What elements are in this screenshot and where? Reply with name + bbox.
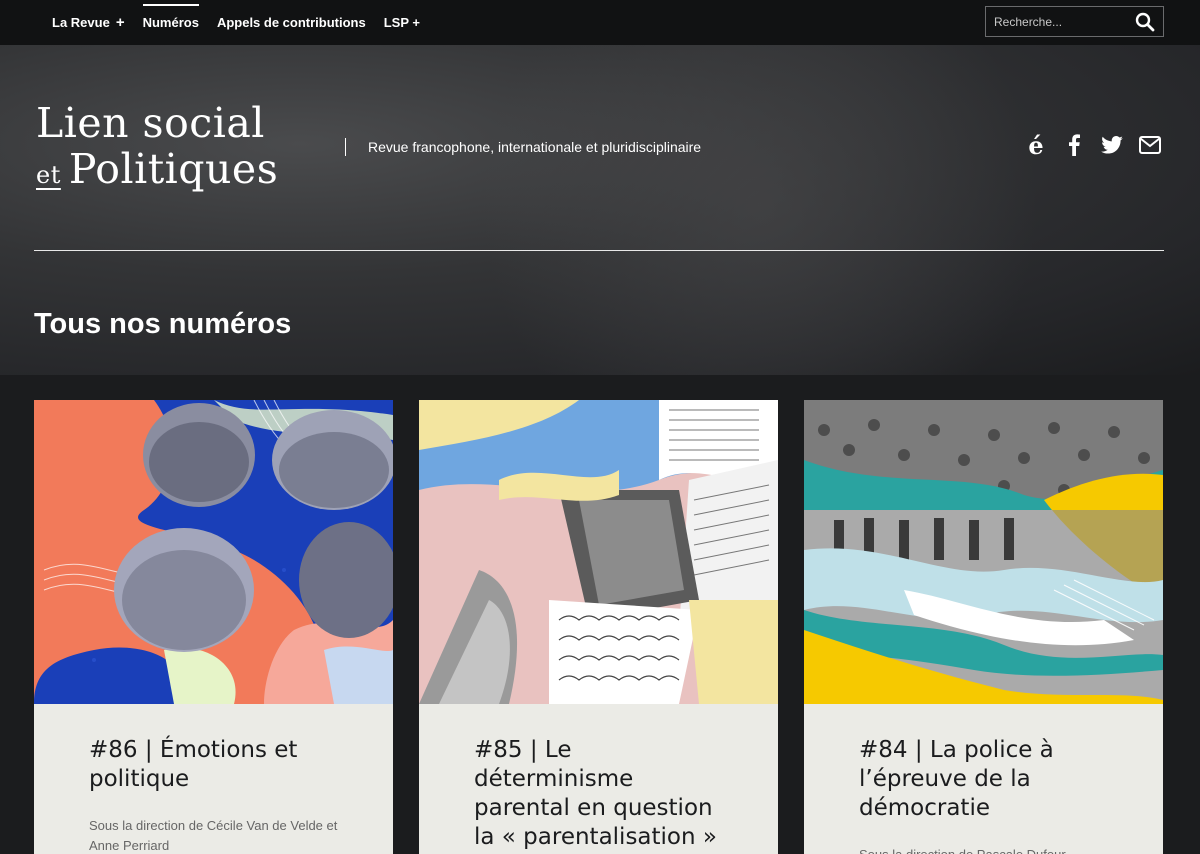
issue-title[interactable]: #85 | Le déterminisme parental en questi… — [474, 736, 723, 854]
issue-card-body: #86 | Émotions et politique Sous la dire… — [34, 704, 393, 854]
issue-title[interactable]: #86 | Émotions et politique — [89, 736, 338, 794]
logo-line-1: Lien social — [36, 99, 265, 147]
issue-card-body: #84 | La police à l’épreuve de la démocr… — [804, 704, 1163, 854]
nav-item-lsp[interactable]: LSP + — [384, 0, 420, 45]
nav-item-la-revue[interactable]: La Revue + — [52, 0, 125, 45]
issue-card-84[interactable]: #84 | La police à l’épreuve de la démocr… — [804, 400, 1163, 854]
issue-card-body: #85 | Le déterminisme parental en questi… — [419, 704, 778, 854]
mail-icon[interactable] — [1138, 133, 1162, 157]
twitter-icon[interactable] — [1100, 133, 1124, 157]
issue-card-86[interactable]: #86 | Émotions et politique Sous la dire… — [34, 400, 393, 854]
nav-item-label: Numéros — [142, 15, 199, 30]
nav-item-label: LSP + — [383, 15, 420, 30]
page-title: Tous nos numéros — [34, 308, 292, 340]
search-input[interactable] — [986, 14, 1126, 29]
top-nav: La Revue + Numéros Appels de contributio… — [0, 0, 1200, 45]
nav-item-appels[interactable]: Appels de contributions — [217, 0, 366, 45]
search-box — [985, 6, 1164, 37]
issue-direction: Sous la direction de Pascale Dufour — [859, 845, 1108, 854]
expand-plus-icon: + — [115, 14, 125, 31]
site-tagline: Revue francophone, internationale et plu… — [345, 138, 701, 156]
issue-direction: Sous la direction de Cécile Van de Velde… — [89, 818, 338, 853]
logo-politiques: Politiques — [68, 145, 279, 193]
social-links: é — [1024, 130, 1162, 160]
nav-item-numeros[interactable]: Numéros — [142, 0, 200, 45]
search-icon[interactable] — [1135, 12, 1155, 32]
nav-item-label: La Revue — [52, 15, 110, 30]
issue-card-85[interactable]: #85 | Le déterminisme parental en questi… — [419, 400, 778, 854]
logo-line-2: et Politiques — [36, 146, 278, 198]
erudit-glyph: é — [1028, 130, 1044, 160]
site-logo[interactable]: Lien social et Politiques — [36, 100, 278, 198]
nav-item-label: Appels de contributions — [216, 15, 366, 30]
issue-cover-image[interactable] — [804, 400, 1163, 704]
logo-et: et — [36, 161, 61, 189]
issue-cover-image[interactable] — [419, 400, 778, 704]
erudit-icon[interactable]: é — [1024, 130, 1048, 160]
facebook-icon[interactable] — [1062, 133, 1086, 157]
issue-cover-image[interactable] — [34, 400, 393, 704]
issue-title[interactable]: #84 | La police à l’épreuve de la démocr… — [859, 736, 1108, 823]
header-divider — [34, 250, 1164, 251]
